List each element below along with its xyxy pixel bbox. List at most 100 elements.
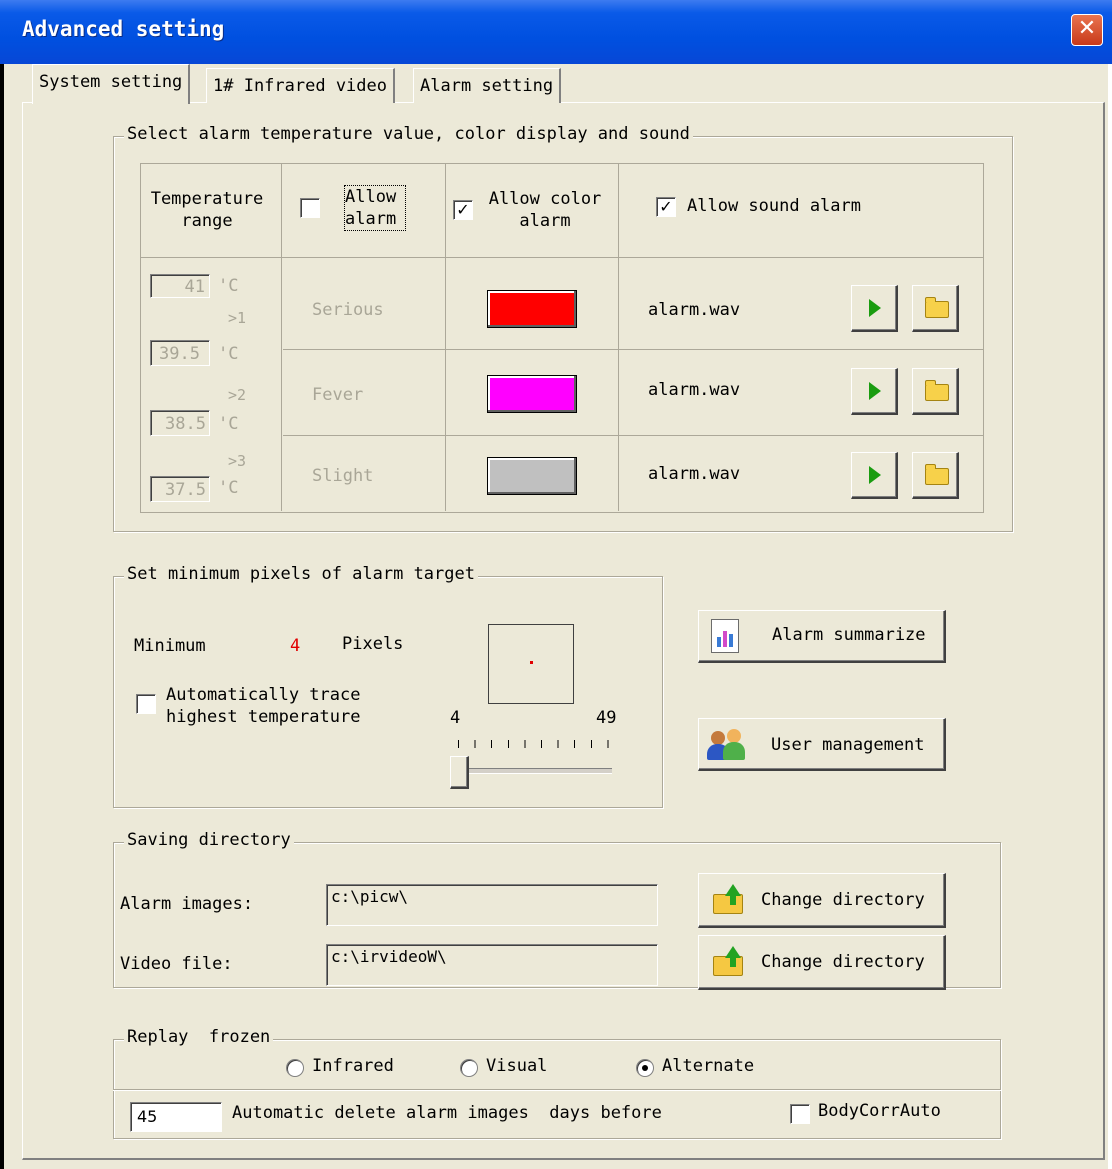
saving-group-label: Saving directory bbox=[124, 830, 294, 850]
radio-alternate-label: Alternate bbox=[662, 1056, 755, 1076]
window-border-left bbox=[0, 64, 4, 1169]
change-directory-button-images[interactable]: Change directory bbox=[698, 873, 946, 928]
change-directory-label: Change directory bbox=[761, 890, 925, 910]
sound-file-slight: alarm.wav bbox=[648, 464, 741, 484]
allow-color-checkbox[interactable]: ✓ bbox=[453, 200, 473, 220]
user-management-button[interactable]: User management bbox=[698, 718, 946, 771]
minimum-label: Minimum bbox=[134, 636, 206, 656]
tab-alarm-setting[interactable]: Alarm setting bbox=[413, 68, 562, 103]
threshold-input-1[interactable]: 41 bbox=[150, 274, 210, 298]
allow-color-label: Allow color alarm bbox=[488, 189, 602, 231]
play-sound-button[interactable] bbox=[851, 285, 898, 332]
play-sound-button[interactable] bbox=[851, 368, 898, 415]
divider bbox=[140, 257, 984, 258]
allow-sound-label: Allow sound alarm bbox=[687, 196, 861, 216]
alarm-images-label: Alarm images: bbox=[120, 894, 254, 914]
window-border-right bbox=[1108, 64, 1112, 1169]
divider bbox=[445, 163, 446, 511]
color-swatch-serious[interactable] bbox=[487, 290, 577, 328]
folder-icon bbox=[925, 297, 949, 318]
color-swatch-fever[interactable] bbox=[487, 375, 577, 413]
temperature-range-header: Temperature range bbox=[150, 189, 264, 231]
unit-label: 'C bbox=[218, 414, 239, 434]
close-button[interactable]: ✕ bbox=[1071, 14, 1103, 46]
report-icon bbox=[711, 619, 739, 653]
delete-days-input[interactable]: 45 bbox=[130, 1102, 222, 1132]
level-mark-1: >1 bbox=[228, 309, 247, 327]
divider bbox=[113, 1089, 1001, 1090]
divider bbox=[283, 349, 984, 350]
folder-up-icon bbox=[713, 946, 743, 976]
bodycorr-label: BodyCorrAuto bbox=[818, 1101, 941, 1121]
video-file-path[interactable]: c:\irvideoW\ bbox=[326, 944, 658, 986]
slider-track[interactable] bbox=[452, 768, 612, 774]
level-serious: Serious bbox=[312, 300, 384, 320]
alarm-summarize-button[interactable]: Alarm summarize bbox=[698, 610, 946, 663]
level-mark-2: >2 bbox=[228, 386, 247, 404]
pixel-preview bbox=[488, 624, 574, 704]
radio-visual[interactable] bbox=[460, 1059, 478, 1077]
play-icon bbox=[869, 299, 881, 317]
radio-alternate[interactable] bbox=[636, 1059, 654, 1077]
tab-label: 1# Infrared video bbox=[213, 76, 387, 96]
threshold-input-3[interactable]: 38.5 bbox=[150, 410, 210, 436]
pixel-preview-dot bbox=[530, 661, 533, 664]
alarm-summarize-label: Alarm summarize bbox=[772, 625, 926, 645]
allow-alarm-label: Allow alarm bbox=[344, 185, 406, 231]
folder-up-icon bbox=[713, 884, 743, 914]
level-slight: Slight bbox=[312, 466, 374, 486]
change-directory-button-video[interactable]: Change directory bbox=[698, 935, 946, 990]
play-icon bbox=[869, 382, 881, 400]
change-directory-label: Change directory bbox=[761, 952, 925, 972]
tab-label: System setting bbox=[39, 72, 183, 92]
tab-infrared-video[interactable]: 1# Infrared video bbox=[206, 68, 395, 103]
users-icon bbox=[707, 727, 747, 761]
radio-infrared[interactable] bbox=[286, 1059, 304, 1077]
tab-system-setting[interactable]: System setting bbox=[32, 64, 191, 104]
sound-file-serious: alarm.wav bbox=[648, 300, 741, 320]
pixels-group-label: Set minimum pixels of alarm target bbox=[124, 564, 478, 584]
browse-sound-button[interactable] bbox=[912, 285, 959, 332]
divider bbox=[283, 435, 984, 436]
color-swatch-slight[interactable] bbox=[487, 457, 577, 495]
pixels-label: Pixels bbox=[342, 634, 404, 654]
user-management-label: User management bbox=[771, 735, 925, 755]
radio-selected-dot bbox=[642, 1065, 648, 1071]
unit-label: 'C bbox=[218, 344, 239, 364]
allow-sound-checkbox[interactable]: ✓ bbox=[656, 197, 676, 217]
alarm-group-label: Select alarm temperature value, color di… bbox=[124, 124, 693, 144]
close-icon: ✕ bbox=[1077, 16, 1097, 41]
radio-infrared-label: Infrared bbox=[312, 1056, 394, 1076]
play-icon bbox=[869, 466, 881, 484]
slider-ticks bbox=[458, 740, 610, 748]
browse-sound-button[interactable] bbox=[912, 452, 959, 499]
unit-label: 'C bbox=[218, 276, 239, 296]
slider-min-label: 4 bbox=[450, 708, 461, 728]
sound-file-fever: alarm.wav bbox=[648, 380, 741, 400]
level-mark-3: >3 bbox=[228, 452, 247, 470]
level-fever: Fever bbox=[312, 385, 364, 405]
window-title: Advanced setting bbox=[22, 17, 225, 41]
replay-group-label: Replay frozen bbox=[124, 1027, 274, 1047]
divider bbox=[618, 163, 619, 511]
allow-alarm-checkbox[interactable] bbox=[300, 198, 320, 218]
alarm-images-path[interactable]: c:\picw\ bbox=[326, 884, 658, 926]
slider-max-label: 49 bbox=[596, 708, 617, 728]
auto-trace-checkbox[interactable] bbox=[136, 694, 156, 714]
divider bbox=[281, 163, 282, 511]
unit-label: 'C bbox=[218, 478, 239, 498]
folder-icon bbox=[925, 380, 949, 401]
threshold-input-2[interactable]: 39.5 bbox=[150, 340, 210, 366]
delete-days-label: Automatic delete alarm images days befor… bbox=[232, 1103, 662, 1123]
minimum-value: 4 bbox=[290, 636, 301, 656]
slider-thumb[interactable] bbox=[450, 756, 469, 789]
play-sound-button[interactable] bbox=[851, 452, 898, 499]
auto-trace-label: Automatically trace highest temperature bbox=[166, 685, 361, 727]
bodycorr-checkbox[interactable] bbox=[790, 1104, 810, 1124]
folder-icon bbox=[925, 464, 949, 485]
browse-sound-button[interactable] bbox=[912, 368, 959, 415]
video-file-label: Video file: bbox=[120, 954, 233, 974]
threshold-input-4[interactable]: 37.5 bbox=[150, 476, 210, 502]
radio-visual-label: Visual bbox=[486, 1056, 548, 1076]
tab-label: Alarm setting bbox=[420, 76, 554, 96]
